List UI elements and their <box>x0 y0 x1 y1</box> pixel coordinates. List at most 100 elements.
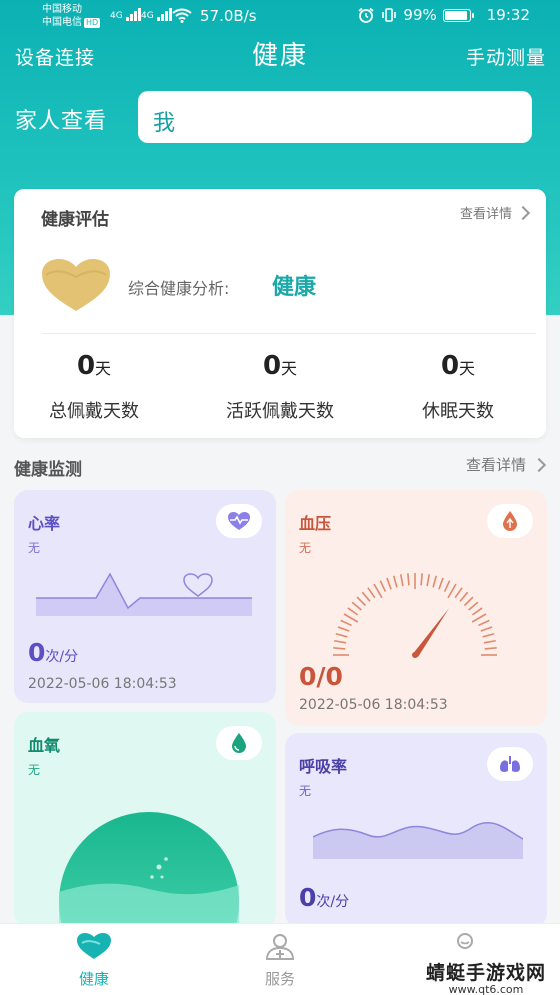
stat-value: 0 <box>262 351 282 381</box>
gauge-tick <box>420 573 423 586</box>
respiration-title: 呼吸率 <box>299 757 348 776</box>
blood-oxygen-icon-badge <box>216 726 262 760</box>
tab-service[interactable]: 服务 <box>240 932 320 989</box>
battery-percent: 99% <box>403 6 437 24</box>
gauge-tick <box>407 573 410 586</box>
gauge-tick <box>337 626 350 632</box>
gauge-tick <box>386 577 392 590</box>
gauge-tick <box>471 607 483 616</box>
blood-drop-icon <box>503 511 517 531</box>
gauge-tick <box>478 619 490 627</box>
gauge-tick <box>447 583 457 599</box>
gauge-tick <box>471 613 487 623</box>
water-drop-icon <box>232 733 246 753</box>
tab-health[interactable]: 健康 <box>54 932 134 989</box>
gauge-tick <box>373 583 383 599</box>
respiration-wave <box>313 821 523 859</box>
carrier-info: 中国移动 中国电信 HD <box>42 3 101 29</box>
blood-pressure-status: 无 <box>299 541 312 555</box>
stat-value: 0 <box>440 351 460 381</box>
gauge-tick <box>443 580 451 592</box>
blood-pressure-icon-badge <box>487 504 533 538</box>
chevron-right-icon <box>515 205 531 220</box>
lungs-icon <box>500 756 520 772</box>
stat-value: 0 <box>76 351 96 381</box>
heartbeat-icon <box>228 512 250 530</box>
heart-rate-card[interactable]: 心率 无 0次/分 2022-05-06 18:04:53 <box>14 490 276 703</box>
clock-time: 19:32 <box>486 6 530 24</box>
network-type-2: 4G <box>141 11 154 21</box>
battery-icon <box>442 8 474 22</box>
family-member-selector[interactable]: 我 <box>138 91 532 143</box>
respiration-value: 0次/分 <box>299 883 349 912</box>
gauge-tick <box>333 647 346 650</box>
gauge-tick <box>468 601 479 611</box>
stat-sleep-days: 0天 休眠天数 <box>368 351 548 423</box>
stat-active-wear: 0天 活跃佩戴天数 <box>190 351 370 423</box>
watermark: 蜻蜓手游戏网 www.qt6.com <box>426 958 546 995</box>
gauge-tick <box>426 574 431 587</box>
gauge-tick <box>454 587 463 599</box>
vibrate-icon <box>382 8 397 22</box>
gauge-tick <box>356 596 367 607</box>
gauge-tick <box>393 575 398 588</box>
family-view-label: 家人查看 <box>15 109 108 134</box>
blood-oxygen-card[interactable]: 血氧 无 <box>14 712 276 927</box>
carrier-1: 中国移动 <box>42 4 82 15</box>
stat-label: 休眠天数 <box>422 401 494 422</box>
chevron-right-icon <box>531 457 547 472</box>
carrier-2: 中国电信 <box>42 17 82 28</box>
gauge-tick <box>334 639 347 644</box>
heart-rate-time: 2022-05-06 18:04:53 <box>28 676 177 692</box>
heart-rate-unit: 次/分 <box>45 649 79 665</box>
gauge-needle <box>412 608 450 657</box>
stat-label: 总佩戴天数 <box>49 401 139 422</box>
respiration-card[interactable]: 呼吸率 无 0次/分 <box>285 733 547 927</box>
monitor-detail-label: 查看详情 <box>465 456 526 474</box>
heart-rate-icon-badge <box>216 504 262 538</box>
status-right: 99% 19:32 <box>357 6 530 24</box>
blood-pressure-gauge <box>333 573 497 658</box>
heart-rate-status: 无 <box>28 541 41 555</box>
network-type-1: 4G <box>110 11 123 21</box>
gauge-hub <box>412 652 418 658</box>
gauge-tick <box>482 633 495 638</box>
respiration-icon-badge <box>487 747 533 781</box>
manual-measure-button[interactable]: 手动测量 <box>466 43 546 70</box>
heart-icon <box>42 259 110 311</box>
gauge-tick <box>335 633 348 638</box>
gauge-tick <box>459 591 469 602</box>
respiration-number: 0 <box>299 883 317 912</box>
network-speed: 57.0B/s <box>200 7 257 25</box>
blood-pressure-time: 2022-05-06 18:04:53 <box>299 697 448 713</box>
blood-oxygen-title: 血氧 <box>28 736 61 755</box>
wifi-icon <box>172 8 192 23</box>
blood-oxygen-status: 无 <box>28 763 41 777</box>
heart-rate-number: 0 <box>28 638 46 667</box>
gauge-tick <box>379 580 387 592</box>
assessment-title: 健康评估 <box>41 210 109 230</box>
gauge-tick <box>484 647 497 650</box>
gauge-tick <box>367 587 376 599</box>
stat-unit: 天 <box>95 359 112 378</box>
blood-pressure-card[interactable]: 血压 无 0/0 2022-05-06 18:04:53 <box>285 490 547 726</box>
heart-tab-icon <box>77 933 111 959</box>
gauge-tick <box>343 613 359 623</box>
tab-health-label: 健康 <box>78 970 109 988</box>
watermark-title: 蜻蜓手游戏网 <box>425 962 546 984</box>
heart-rate-title: 心率 <box>28 514 61 533</box>
heart-rate-wave <box>36 572 252 616</box>
gauge-tick <box>340 619 352 627</box>
stat-unit: 天 <box>459 359 476 378</box>
gauge-tick <box>480 626 493 632</box>
stat-unit: 天 <box>281 359 298 378</box>
alarm-icon <box>358 7 374 23</box>
blood-pressure-value: 0/0 <box>299 662 343 691</box>
monitor-detail-link[interactable]: 查看详情 <box>465 454 547 475</box>
gauge-tick <box>463 596 474 607</box>
assessment-detail-link[interactable]: 查看详情 <box>460 203 531 222</box>
oxygen-sphere <box>59 812 239 927</box>
stat-label: 活跃佩戴天数 <box>226 401 334 422</box>
hd-badge: HD <box>84 18 101 28</box>
analysis-label: 综合健康分析: <box>128 279 230 298</box>
